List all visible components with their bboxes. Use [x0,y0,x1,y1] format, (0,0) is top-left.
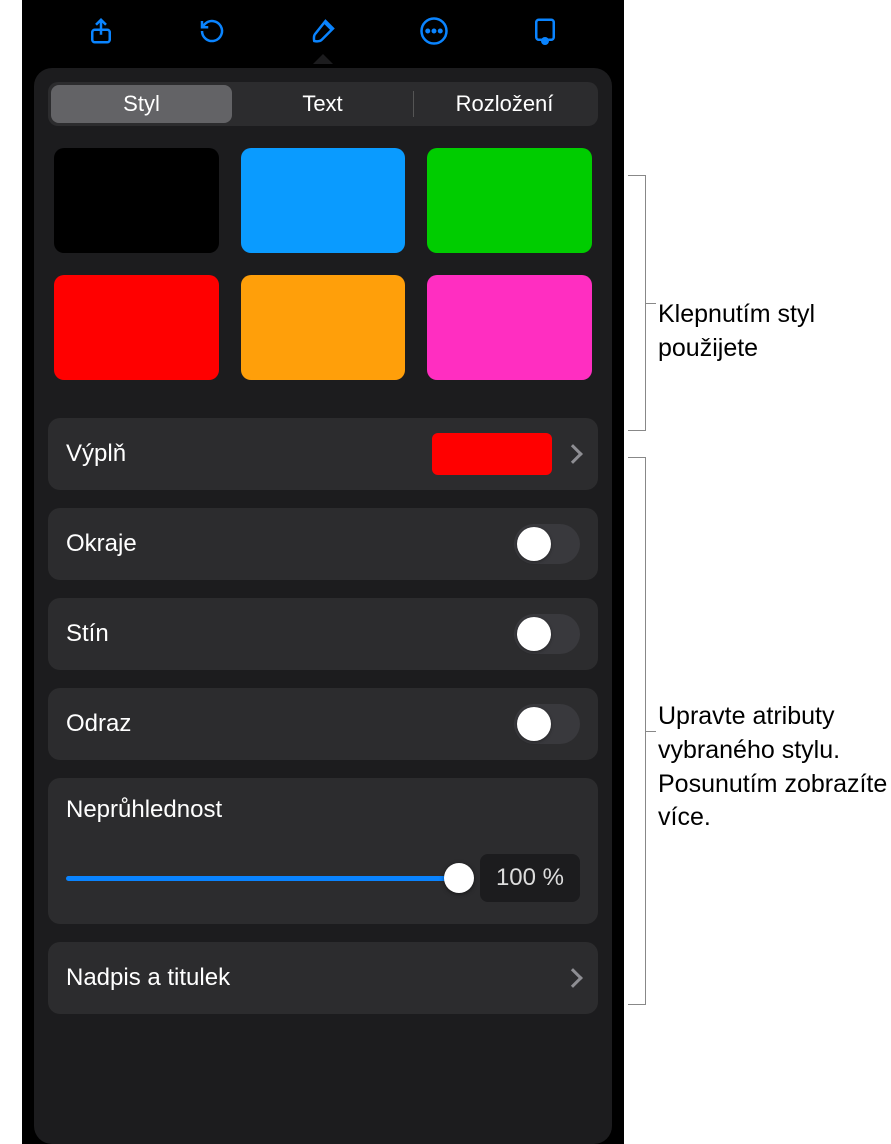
shadow-label: Stín [66,620,109,648]
chevron-right-icon [563,968,583,988]
fill-color-preview [432,433,552,475]
style-swatch-grid [48,148,598,390]
tab-label: Rozložení [456,91,554,117]
format-panel: Styl Text Rozložení Výplň [34,68,612,1144]
reflection-label: Odraz [66,710,131,738]
tab-label: Styl [123,91,160,117]
border-toggle[interactable] [514,524,580,564]
tab-label: Text [302,91,342,117]
more-icon[interactable] [416,13,452,49]
opacity-slider[interactable] [66,863,460,893]
share-icon[interactable] [83,13,119,49]
callout-tick [646,731,656,732]
slider-track [66,876,460,881]
shadow-toggle[interactable] [514,614,580,654]
tab-text[interactable]: Text [232,85,413,123]
border-label: Okraje [66,530,137,558]
callout-bracket [628,175,646,431]
callout-bracket [628,457,646,1005]
shadow-row[interactable]: Stín [48,598,598,670]
style-swatch[interactable] [54,148,219,253]
fill-label: Výplň [66,440,126,468]
title-caption-row[interactable]: Nadpis a titulek [48,942,598,1014]
undo-icon[interactable] [194,13,230,49]
tab-layout[interactable]: Rozložení [414,85,595,123]
style-swatch[interactable] [427,275,592,380]
style-swatch[interactable] [241,148,406,253]
style-swatch[interactable] [54,275,219,380]
chevron-right-icon [563,444,583,464]
reflection-row[interactable]: Odraz [48,688,598,760]
style-swatch[interactable] [427,148,592,253]
border-row[interactable]: Okraje [48,508,598,580]
device-screen: Styl Text Rozložení Výplň [22,0,624,1144]
opacity-value-field[interactable]: 100 % [480,854,580,902]
tab-style[interactable]: Styl [51,85,232,123]
fill-row[interactable]: Výplň [48,418,598,490]
callout-swatch-hint: Klepnutím styl použijete [658,298,891,366]
style-swatch[interactable] [241,275,406,380]
callout-tick [646,303,656,304]
brush-icon[interactable] [305,13,341,49]
title-caption-label: Nadpis a titulek [66,964,230,992]
slider-thumb[interactable] [444,863,474,893]
reflection-toggle[interactable] [514,704,580,744]
top-toolbar [22,0,624,62]
opacity-label: Neprůhlednost [66,796,580,824]
document-view-icon[interactable] [527,13,563,49]
callout-attrs-hint: Upravte atributy vybraného stylu. Posunu… [658,700,891,835]
opacity-block: Neprůhlednost 100 % [48,778,598,924]
tab-segmented-control: Styl Text Rozložení [48,82,598,126]
